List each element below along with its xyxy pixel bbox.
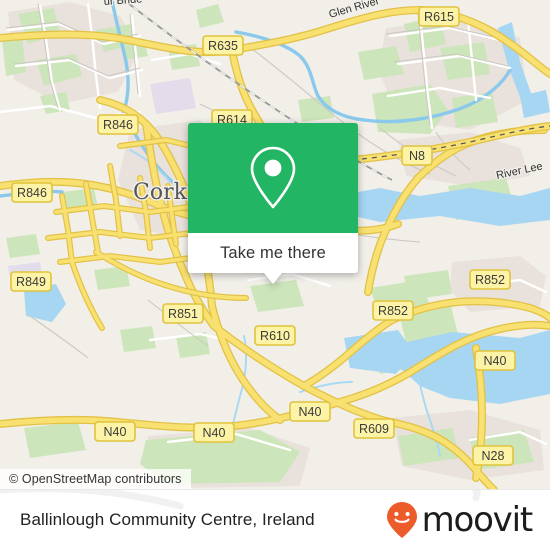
moovit-smiley-pin-icon [386, 502, 417, 538]
road-shield: N40 [474, 350, 516, 371]
road-shield: R852 [372, 300, 414, 321]
moovit-map-screenshot: Glen River River Lee ur Bride Cork R615 R63… [0, 0, 550, 550]
road-shield-label: R615 [424, 10, 454, 24]
road-shield-label: N40 [203, 426, 226, 440]
road-shield-label: R852 [378, 304, 408, 318]
road-shield-label: N28 [482, 449, 505, 463]
footer-bar: Ballinlough Community Centre, Ireland mo… [0, 489, 550, 550]
callout-image-area [188, 123, 358, 233]
moovit-logo[interactable]: moovit [385, 500, 534, 540]
road-shield-label: R846 [103, 118, 133, 132]
road-shield: R610 [254, 325, 296, 346]
road-shield-label: N40 [104, 425, 127, 439]
road-shield: R849 [10, 271, 52, 292]
road-shield-label: R609 [359, 422, 389, 436]
map-pin-icon [250, 146, 296, 209]
callout-cta-area[interactable]: Take me there [188, 233, 358, 284]
road-shield-label: R852 [475, 273, 505, 287]
road-shield: R852 [469, 269, 511, 290]
take-me-there-label: Take me there [220, 243, 326, 262]
city-label: Cork [133, 180, 188, 205]
road-shield-label: R610 [260, 329, 290, 343]
road-shield-label: R851 [168, 307, 198, 321]
city-labels: Cork [132, 179, 190, 207]
road-shield: R851 [162, 303, 204, 324]
place-name-label: Ballinlough Community Centre, Ireland [20, 510, 315, 529]
road-shield: N40 [289, 401, 331, 422]
road-shield: R609 [353, 418, 395, 439]
road-shield-label: N40 [484, 354, 507, 368]
road-shield-label: R849 [16, 275, 46, 289]
road-shield-label: R635 [208, 39, 238, 53]
destination-callout[interactable]: Take me there [188, 123, 358, 284]
road-shield: N8 [401, 145, 433, 166]
road-shield: N40 [193, 422, 235, 443]
callout-pointer [264, 273, 282, 284]
road-shield: R846 [11, 182, 53, 203]
moovit-wordmark: moovit [421, 500, 534, 540]
footer-content: Ballinlough Community Centre, Ireland mo… [0, 490, 550, 550]
road-shield-label: N40 [299, 405, 322, 419]
osm-attribution[interactable]: © OpenStreetMap contributors [0, 469, 191, 490]
road-shield: N28 [472, 445, 514, 466]
road-shield-label: N8 [409, 149, 425, 163]
road-shield-label: R846 [17, 186, 47, 200]
road-shield: R615 [418, 6, 460, 27]
road-shield: R846 [97, 114, 139, 135]
road-shield: R635 [202, 35, 244, 56]
road-shield: N40 [94, 421, 136, 442]
